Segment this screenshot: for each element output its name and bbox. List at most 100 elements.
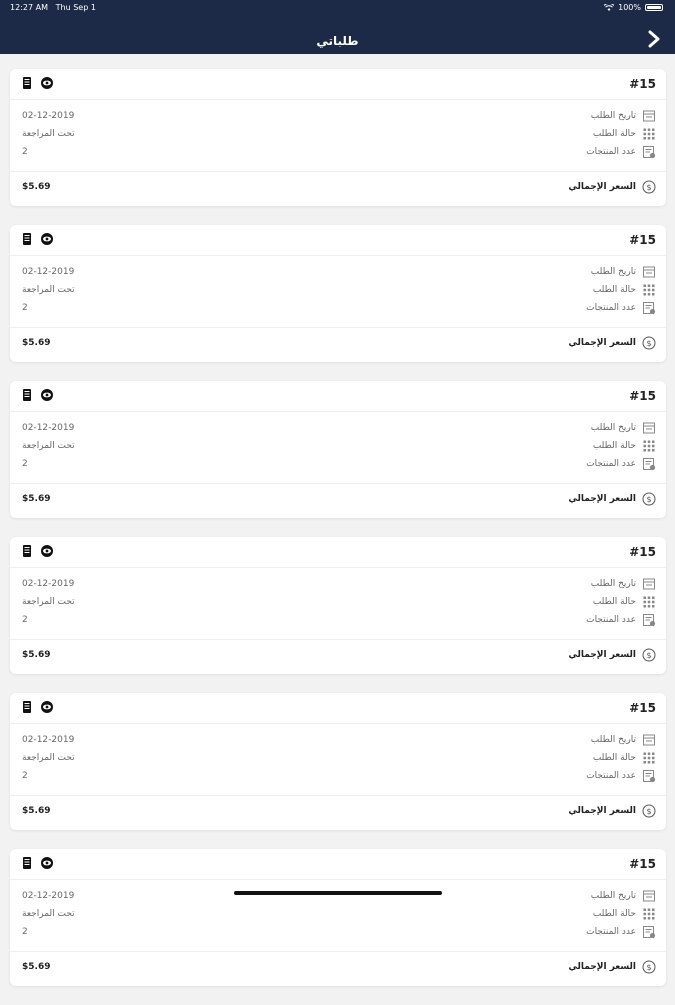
- app-header: 12:27 AM Thu Sep 1 100% طلباتي: [0, 0, 675, 54]
- chevron-right-icon[interactable]: [643, 28, 665, 50]
- dollar-circle-icon: $: [642, 960, 656, 974]
- order-date-row: 02-12-2019 تاريخ الطلب: [22, 421, 656, 437]
- total-price-label: السعر الإجمالي: [568, 962, 636, 972]
- order-date-row: 02-12-2019 تاريخ الطلب: [22, 733, 656, 749]
- order-date-label: تاريخ الطلب: [590, 111, 636, 121]
- grid-icon: [643, 752, 655, 764]
- order-number: #15: [629, 545, 656, 559]
- calendar-icon: [643, 110, 655, 122]
- order-card[interactable]: #15 02-12-2019 تاريخ الطلب تحت المراجعة …: [10, 693, 666, 830]
- order-status-value: تحت المراجعة: [22, 285, 75, 295]
- order-date-row: 02-12-2019 تاريخ الطلب: [22, 265, 656, 281]
- receipt-icon: [643, 614, 656, 627]
- order-card[interactable]: #15 02-12-2019 تاريخ الطلب تحت المراجعة …: [10, 225, 666, 362]
- svg-text:$: $: [646, 963, 651, 972]
- grid-icon: [643, 128, 655, 140]
- product-count-label: عدد المنتجات: [586, 771, 636, 781]
- total-price-value: $5.69: [22, 650, 51, 660]
- order-status-row: تحت المراجعة حالة الطلب: [22, 439, 656, 455]
- invoice-icon[interactable]: [20, 544, 34, 558]
- order-status-value: تحت المراجعة: [22, 129, 75, 139]
- receipt-icon: [643, 146, 656, 159]
- order-card[interactable]: #15 02-12-2019 تاريخ الطلب تحت المراجعة …: [10, 537, 666, 674]
- total-price-label: السعر الإجمالي: [568, 494, 636, 504]
- order-status-label: حالة الطلب: [592, 597, 636, 607]
- product-count-row: 2 عدد المنتجات: [22, 925, 656, 941]
- svg-text:$: $: [646, 183, 651, 192]
- order-date-value: 02-12-2019: [22, 111, 75, 121]
- invoice-icon[interactable]: [20, 76, 34, 90]
- calendar-icon: [643, 890, 655, 902]
- order-status-label: حالة الطلب: [592, 441, 636, 451]
- total-divider: [10, 171, 666, 172]
- grid-icon: [643, 284, 655, 296]
- calendar-icon: [643, 266, 655, 278]
- order-status-row: تحت المراجعة حالة الطلب: [22, 127, 656, 143]
- order-status-value: تحت المراجعة: [22, 597, 75, 607]
- total-price-value: $5.69: [22, 338, 51, 348]
- total-divider: [10, 795, 666, 796]
- product-count-row: 2 عدد المنتجات: [22, 301, 656, 317]
- dollar-circle-icon: $: [642, 336, 656, 350]
- order-actions: [20, 544, 54, 558]
- order-date-row: 02-12-2019 تاريخ الطلب: [22, 109, 656, 125]
- product-count-value: 2: [22, 459, 28, 469]
- dollar-circle-icon: $: [642, 180, 656, 194]
- product-count-row: 2 عدد المنتجات: [22, 457, 656, 473]
- order-status-value: تحت المراجعة: [22, 909, 75, 919]
- svg-text:$: $: [646, 651, 651, 660]
- status-date-text: Thu Sep 1: [55, 3, 96, 12]
- eye-icon[interactable]: [40, 232, 54, 246]
- order-status-value: تحت المراجعة: [22, 753, 75, 763]
- svg-text:$: $: [646, 807, 651, 816]
- total-divider: [10, 483, 666, 484]
- eye-icon[interactable]: [40, 544, 54, 558]
- order-card[interactable]: #15 02-12-2019 تاريخ الطلب تحت المراجعة …: [10, 849, 666, 986]
- total-divider: [10, 951, 666, 952]
- eye-icon[interactable]: [40, 700, 54, 714]
- order-status-row: تحت المراجعة حالة الطلب: [22, 907, 656, 923]
- order-number: #15: [629, 77, 656, 91]
- order-card[interactable]: #15 02-12-2019 تاريخ الطلب تحت المراجعة …: [10, 69, 666, 206]
- grid-icon: [643, 440, 655, 452]
- order-card[interactable]: #15 02-12-2019 تاريخ الطلب تحت المراجعة …: [10, 381, 666, 518]
- order-card-header: #15: [10, 381, 666, 412]
- status-bar: 12:27 AM Thu Sep 1 100%: [0, 0, 675, 16]
- order-actions: [20, 232, 54, 246]
- calendar-icon: [643, 578, 655, 590]
- invoice-icon[interactable]: [20, 700, 34, 714]
- total-price-label: السعر الإجمالي: [568, 650, 636, 660]
- order-status-label: حالة الطلب: [592, 129, 636, 139]
- order-status-row: تحت المراجعة حالة الطلب: [22, 595, 656, 611]
- invoice-icon[interactable]: [20, 388, 34, 402]
- order-actions: [20, 388, 54, 402]
- order-date-value: 02-12-2019: [22, 267, 75, 277]
- eye-icon[interactable]: [40, 856, 54, 870]
- invoice-icon[interactable]: [20, 856, 34, 870]
- order-card-header: #15: [10, 69, 666, 100]
- order-date-value: 02-12-2019: [22, 423, 75, 433]
- dollar-circle-icon: $: [642, 648, 656, 662]
- product-count-value: 2: [22, 927, 28, 937]
- invoice-icon[interactable]: [20, 232, 34, 246]
- total-price-value: $5.69: [22, 182, 51, 192]
- order-date-row: 02-12-2019 تاريخ الطلب: [22, 577, 656, 593]
- order-actions: [20, 700, 54, 714]
- receipt-icon: [643, 458, 656, 471]
- order-status-row: تحت المراجعة حالة الطلب: [22, 283, 656, 299]
- total-price-row: $5.69 السعر الإجمالي $: [22, 960, 656, 976]
- eye-icon[interactable]: [40, 388, 54, 402]
- home-indicator: [234, 891, 442, 895]
- total-price-row: $5.69 السعر الإجمالي $: [22, 336, 656, 352]
- receipt-icon: [643, 770, 656, 783]
- order-number: #15: [629, 857, 656, 871]
- dollar-circle-icon: $: [642, 804, 656, 818]
- total-price-value: $5.69: [22, 962, 51, 972]
- eye-icon[interactable]: [40, 76, 54, 90]
- total-price-row: $5.69 السعر الإجمالي $: [22, 180, 656, 196]
- total-divider: [10, 639, 666, 640]
- product-count-value: 2: [22, 147, 28, 157]
- order-status-label: حالة الطلب: [592, 909, 636, 919]
- grid-icon: [643, 908, 655, 920]
- order-status-label: حالة الطلب: [592, 285, 636, 295]
